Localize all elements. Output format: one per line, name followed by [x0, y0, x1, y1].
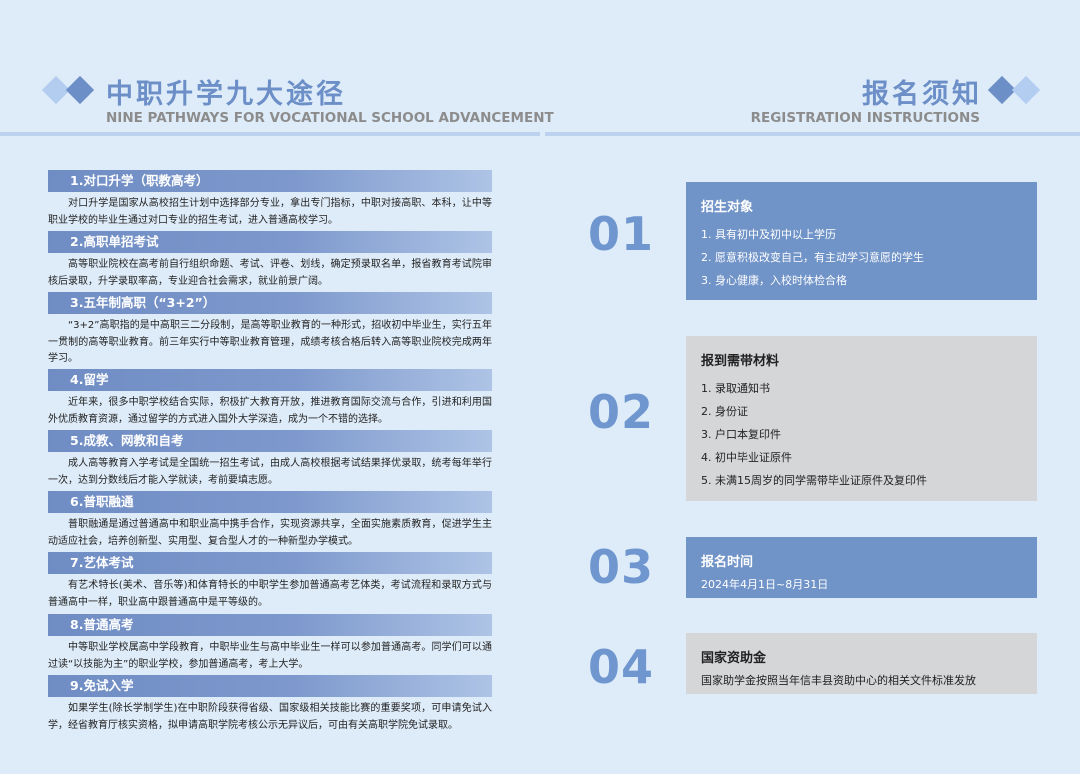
notice-box-enrollment-target: 招生对象 1. 具有初中及初中以上学历 2. 愿意积极改变自己，有主动学习意愿的… — [686, 182, 1037, 300]
pathway-description: 中等职业学校属高中学段教育，中职毕业生与高中毕业生一样可以参加普通高考。同学们可… — [48, 642, 492, 670]
notice-item: 1. 具有初中及初中以上学历 — [701, 228, 836, 241]
notice-item: 5. 未满15周岁的同学需带毕业证原件及复印件 — [701, 474, 927, 487]
pathway-description: 如果学生(除长学制学生)在中职阶段获得省级、国家级相关技能比赛的重要奖项，可申请… — [48, 703, 492, 731]
pathway-description: 近年来，很多中职学校结合实际，积极扩大教育开放，推进教育国际交流与合作，引进和利… — [48, 397, 492, 425]
notice-text: 2024年4月1日~8月31日 — [701, 578, 829, 591]
notice-number: 01 — [588, 207, 655, 261]
pathway-description: 有艺术特长(美术、音乐等)和体育特长的中职学生参加普通高考艺体类，考试流程和录取… — [48, 580, 492, 608]
pathway-description: “3+2”高职指的是中高职三二分段制，是高等职业教育的一种形式，招收初中毕业生，… — [48, 320, 492, 364]
right-header-divider — [545, 132, 1080, 136]
page: 中职升学九大途径 NINE PATHWAYS FOR VOCATIONAL SC… — [0, 0, 1080, 774]
notice-box-state-grant: 国家资助金 国家助学金按照当年信丰县资助中心的相关文件标准发放 — [686, 633, 1037, 694]
diamond-decoration-icon — [65, 75, 95, 105]
left-header-divider — [0, 132, 540, 136]
right-header-title: 报名须知 — [862, 79, 982, 110]
right-header-subtitle: REGISTRATION INSTRUCTIONS — [750, 110, 980, 126]
pathway-description: 高等职业院校在高考前自行组织命题、考试、评卷、划线，确定预录取名单，报省教育考试… — [48, 259, 492, 287]
notice-box-registration-time: 报名时间 2024年4月1日~8月31日 — [686, 537, 1037, 598]
left-header-subtitle: NINE PATHWAYS FOR VOCATIONAL SCHOOL ADVA… — [106, 110, 554, 126]
pathway-title: 2.高职单招考试 — [48, 231, 492, 253]
pathway-title: 7.艺体考试 — [48, 552, 492, 574]
notice-item: 3. 身心健康，入校时体检合格 — [701, 274, 847, 287]
notice-item: 2. 愿意积极改变自己，有主动学习意愿的学生 — [701, 251, 924, 264]
notice-item: 3. 户口本复印件 — [701, 428, 781, 441]
notice-number: 03 — [588, 540, 655, 594]
pathway-title: 8.普通高考 — [48, 614, 492, 636]
pathway-title: 3.五年制高职（“3+2”） — [48, 292, 492, 314]
notice-box-required-materials: 报到需带材料 1. 录取通知书 2. 身份证 3. 户口本复印件 4. 初中毕业… — [686, 336, 1037, 501]
pathway-title: 6.普职融通 — [48, 491, 492, 513]
notice-number: 02 — [588, 385, 655, 439]
pathway-title: 1.对口升学（职教高考） — [48, 170, 492, 192]
pathway-description: 对口升学是国家从高校招生计划中选择部分专业，拿出专门指标，中职对接高职、本科，让… — [48, 198, 492, 226]
notice-number: 04 — [588, 640, 655, 694]
notice-item: 1. 录取通知书 — [701, 382, 770, 395]
notice-title: 招生对象 — [701, 200, 754, 215]
notice-text: 国家助学金按照当年信丰县资助中心的相关文件标准发放 — [701, 674, 976, 687]
notice-title: 报名时间 — [701, 555, 754, 570]
pathway-title: 5.成教、网教和自考 — [48, 430, 492, 452]
pathway-description: 成人高等教育入学考试是全国统一招生考试，由成人高校根据考试结果择优录取，统考每年… — [48, 458, 492, 486]
left-header-title: 中职升学九大途径 — [106, 79, 346, 110]
pathway-description: 普职融通是通过普通高中和职业高中携手合作，实现资源共享，全面实施素质教育，促进学… — [48, 519, 492, 547]
pathway-title: 4.留学 — [48, 369, 492, 391]
notice-item: 4. 初中毕业证原件 — [701, 451, 792, 464]
notice-title: 国家资助金 — [701, 651, 767, 666]
notice-item: 2. 身份证 — [701, 405, 748, 418]
diamond-decoration-icon — [1011, 75, 1041, 105]
notice-title: 报到需带材料 — [701, 354, 780, 369]
pathway-title: 9.免试入学 — [48, 675, 492, 697]
